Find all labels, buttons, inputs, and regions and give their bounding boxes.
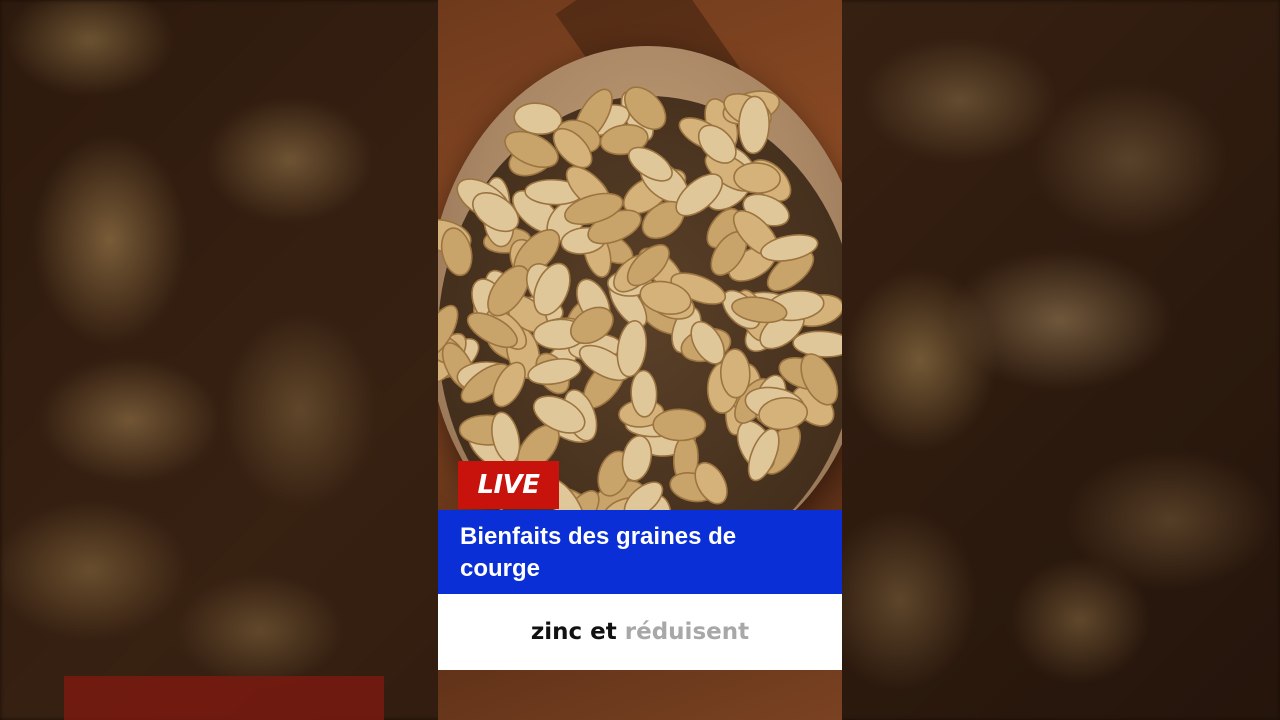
video-title: Bienfaits des graines de courge (460, 523, 737, 582)
pumpkin-seed (792, 330, 842, 358)
caption-spoken-words: zinc et (530, 619, 617, 645)
caption-bar: zinc et réduisent (438, 594, 842, 670)
caption-upcoming-words: réduisent (624, 619, 750, 645)
live-badge: LIVE (458, 461, 559, 509)
live-label: LIVE (477, 470, 540, 500)
caption-line: zinc et réduisent (531, 619, 749, 645)
pumpkin-seed (652, 408, 707, 442)
title-banner: Bienfaits des graines de courge (438, 510, 842, 594)
pumpkin-seed (616, 320, 648, 378)
video-frame[interactable]: LIVE Bienfaits des graines de courge zin… (0, 0, 1280, 720)
blurred-live-badge-ghost (64, 676, 384, 720)
